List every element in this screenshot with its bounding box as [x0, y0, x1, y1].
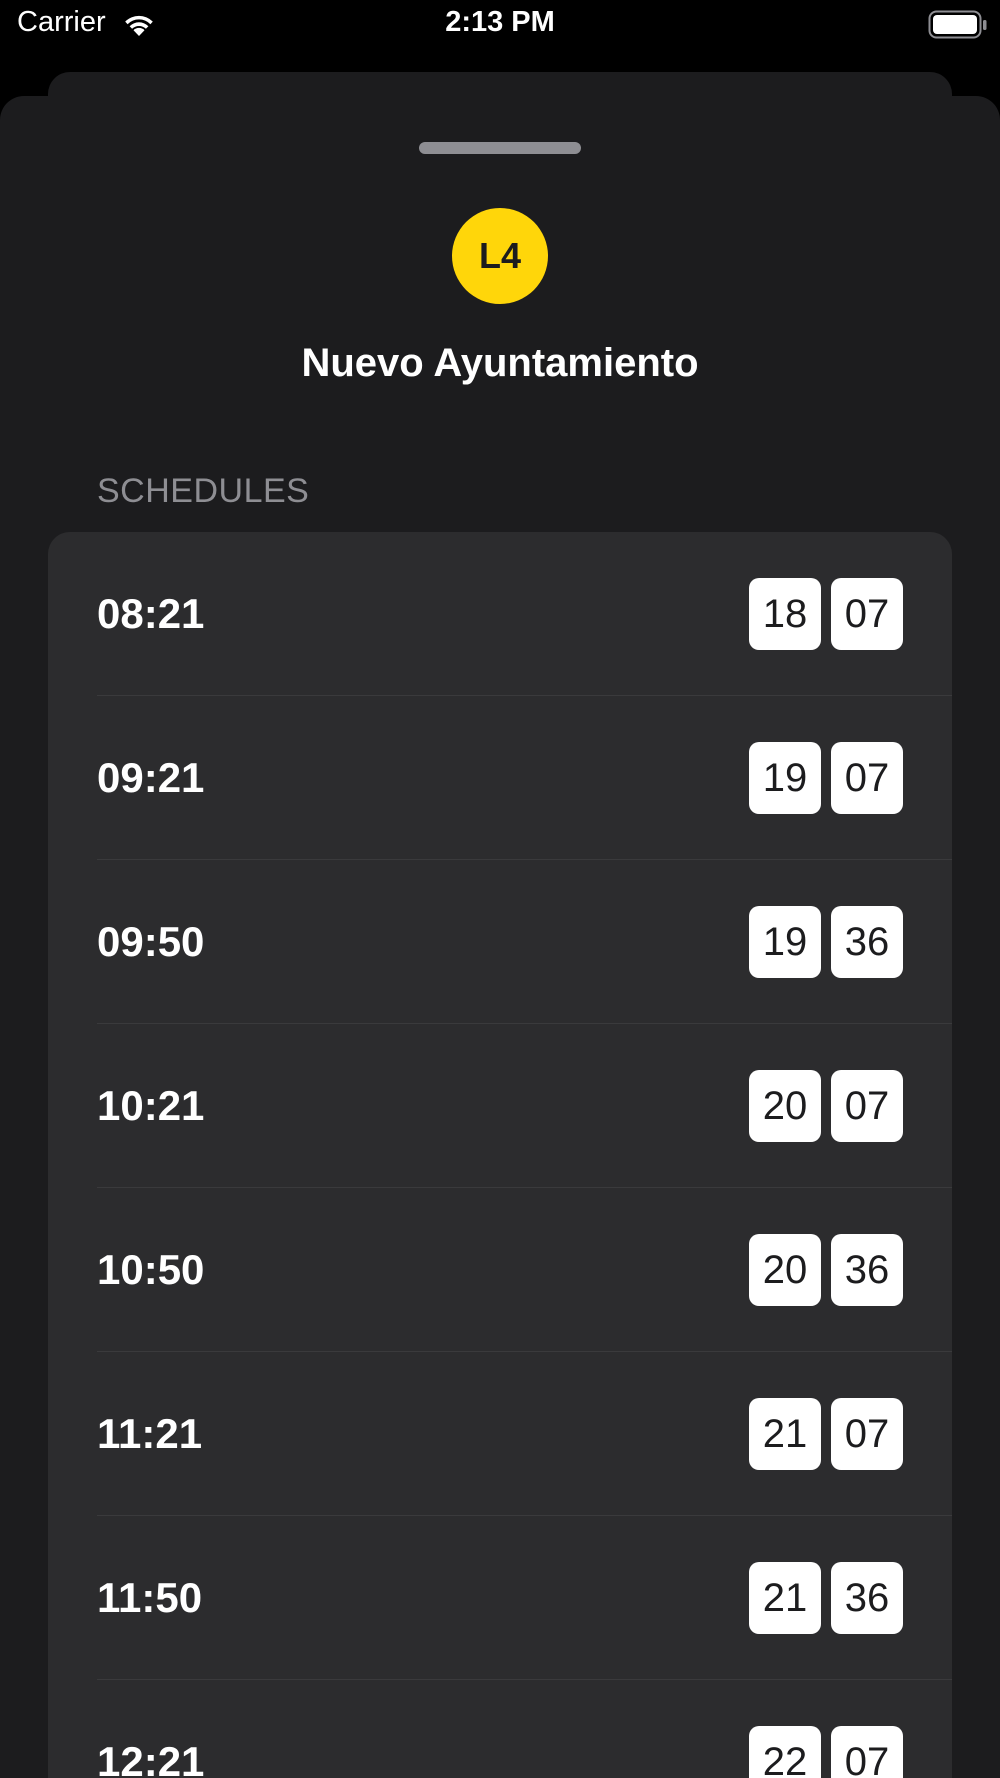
schedule-row[interactable]: 11:50 21 36	[48, 1516, 952, 1680]
schedule-time: 12:21	[97, 1738, 205, 1778]
schedule-chip-minute: 07	[831, 742, 903, 814]
schedule-chip-hour: 20	[749, 1234, 821, 1306]
battery-icon	[928, 10, 987, 39]
schedule-chip-hour: 19	[749, 742, 821, 814]
schedule-row[interactable]: 10:21 20 07	[48, 1024, 952, 1188]
schedule-chip-minute: 07	[831, 1726, 903, 1778]
schedule-chip-minute: 07	[831, 1070, 903, 1142]
schedule-time: 11:21	[97, 1410, 203, 1457]
schedule-chip-minute: 36	[831, 1562, 903, 1634]
schedule-chip-minute: 07	[831, 1398, 903, 1470]
schedule-time: 11:50	[97, 1574, 203, 1621]
schedule-time: 09:50	[97, 918, 205, 965]
schedule-chip-hour: 18	[749, 578, 821, 650]
status-bar: Carrier 2:13 PM	[0, 0, 1000, 52]
schedule-chip-hour: 21	[749, 1562, 821, 1634]
schedule-time: 09:21	[97, 754, 205, 801]
schedule-row[interactable]: 11:21 21 07	[48, 1352, 952, 1516]
schedule-row[interactable]: 09:21 19 07	[48, 696, 952, 860]
schedule-row[interactable]: 12:21 22 07	[48, 1680, 952, 1778]
schedule-row[interactable]: 10:50 20 36	[48, 1188, 952, 1352]
schedule-time: 08:21	[97, 590, 205, 637]
schedule-chip-minute: 36	[831, 1234, 903, 1306]
line-badge: L4	[452, 208, 548, 304]
schedule-chip-hour: 21	[749, 1398, 821, 1470]
schedule-chip-minute: 07	[831, 578, 903, 650]
status-time: 2:13 PM	[445, 6, 555, 38]
schedule-chip-minute: 36	[831, 906, 903, 978]
sheet-grabber[interactable]	[419, 142, 581, 154]
schedule-chip-hour: 20	[749, 1070, 821, 1142]
schedule-row[interactable]: 08:21 18 07	[48, 532, 952, 696]
schedule-chip-hour: 19	[749, 906, 821, 978]
schedules-section-header: SCHEDULES	[97, 472, 310, 510]
schedule-chip-hour: 22	[749, 1726, 821, 1778]
schedule-sheet: L4 Nuevo Ayuntamiento SCHEDULES 08:21 18…	[0, 96, 1000, 1778]
station-title: Nuevo Ayuntamiento	[301, 341, 699, 385]
schedule-list: 08:21 18 07 09:21 19 07 09:50 19 36 10:2…	[48, 532, 952, 1778]
schedule-time: 10:50	[97, 1246, 205, 1293]
schedule-row[interactable]: 09:50 19 36	[48, 860, 952, 1024]
screen: Carrier 2:13 PM L4 Nuevo Ayuntamiento SC…	[0, 0, 1000, 1778]
schedule-time: 10:21	[97, 1082, 205, 1129]
